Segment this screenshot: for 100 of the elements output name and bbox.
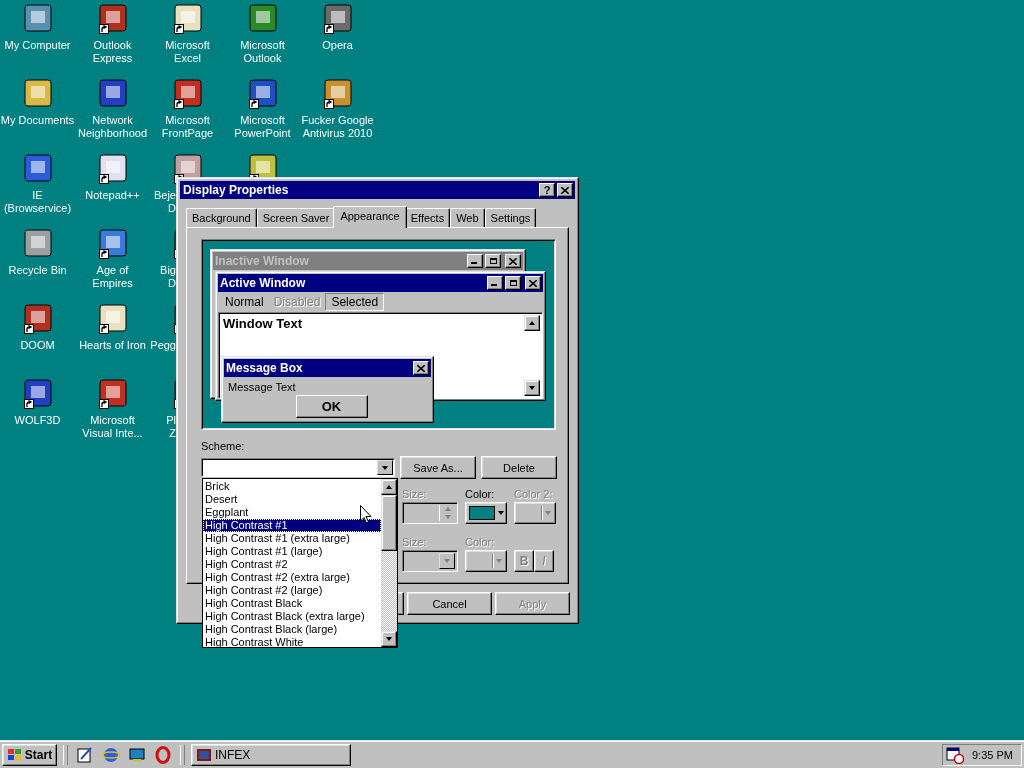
scroll-up-icon[interactable] [524, 315, 540, 331]
program-icon[interactable] [246, 2, 279, 34]
icon-label: Hearts of Iron [78, 339, 147, 352]
ok-button[interactable]: OK [295, 395, 368, 418]
program-icon[interactable] [96, 377, 129, 409]
tab[interactable]: Effects [404, 208, 451, 227]
icon-label: Notepad++ [84, 189, 141, 202]
icon-label: Beje D [152, 189, 176, 215]
tab[interactable]: Appearance [333, 206, 407, 228]
icon-label: My Computer [3, 39, 72, 52]
field-label: Color: [465, 488, 496, 501]
scroll-down-icon[interactable] [381, 631, 397, 647]
message-text: Message Text [227, 380, 297, 395]
list-item[interactable]: High Contrast #2 (extra large) [203, 571, 381, 584]
window-title: Message Box [226, 361, 304, 375]
color-dropdown[interactable] [465, 550, 507, 572]
program-icon[interactable] [21, 2, 54, 34]
program-icon[interactable] [96, 2, 129, 34]
program-icon[interactable] [21, 152, 54, 184]
program-icon[interactable] [21, 227, 54, 259]
program-icon[interactable] [171, 2, 204, 34]
notepad-icon[interactable] [76, 745, 94, 764]
icon-label: Outlook Express [91, 39, 134, 65]
scheme-label: Scheme: [201, 440, 246, 453]
icon-label: Network Neighborhood [76, 114, 149, 140]
scheme-button[interactable]: Delete [481, 456, 557, 479]
icon-label: Pl Z [165, 414, 176, 440]
help-button[interactable]: ? [539, 183, 555, 197]
icon-label: Microsoft PowerPoint [233, 114, 292, 140]
program-icon[interactable] [321, 2, 354, 34]
list-item[interactable]: High Contrast #2 (large) [203, 584, 381, 597]
window-title: Display Properties [183, 183, 290, 197]
close-icon [525, 276, 541, 290]
desktop-icon[interactable] [128, 745, 146, 764]
program-icon[interactable] [96, 77, 129, 109]
list-item[interactable]: High Contrast Black (large) [203, 623, 381, 636]
window-title: Inactive Window [215, 254, 310, 268]
menu-item[interactable]: Normal [220, 294, 269, 310]
scheme-button[interactable]: Save As... [400, 456, 476, 479]
minimize-icon [487, 276, 503, 290]
close-button[interactable] [557, 183, 573, 197]
size-dropdown[interactable] [402, 550, 458, 572]
program-icon[interactable] [21, 77, 54, 109]
tab[interactable]: Settings [484, 208, 537, 227]
globe-icon[interactable] [102, 745, 120, 764]
scroll-up-icon[interactable] [381, 479, 397, 495]
color-dropdown[interactable] [514, 502, 556, 524]
field-label: Size: [402, 536, 428, 549]
icon-label: Microsoft Outlook [239, 39, 286, 65]
clock: 9:35 PM [972, 748, 1013, 761]
window-title: Active Window [220, 276, 307, 290]
menu-item[interactable]: Selected [325, 293, 385, 311]
list-item[interactable]: High Contrast #1 (large) [203, 545, 381, 558]
tab[interactable]: Screen Saver [256, 208, 336, 227]
minimize-icon [467, 254, 483, 268]
close-icon [561, 186, 569, 194]
ring-icon[interactable] [154, 745, 172, 764]
tab[interactable]: Web [450, 208, 485, 227]
icon-label: Microsoft FrontPage [160, 114, 215, 140]
scrollbar[interactable] [524, 315, 540, 396]
list-item[interactable]: High Contrast Black [203, 597, 381, 610]
list-item[interactable]: High Contrast #1 [203, 519, 381, 532]
window-text: Window Text [223, 316, 303, 331]
icon-label: Pegg [150, 339, 176, 352]
scrollbar[interactable] [381, 479, 397, 647]
program-icon[interactable] [246, 77, 279, 109]
list-item[interactable]: High Contrast #2 [203, 558, 381, 571]
icon-label: Recycle Bin [7, 264, 68, 277]
tab[interactable]: Background [186, 208, 257, 227]
size-spinner[interactable] [402, 502, 458, 524]
field-label: Color: [465, 536, 496, 549]
calendar-clock-icon[interactable] [946, 745, 964, 764]
list-item[interactable]: Brick [203, 480, 381, 493]
icon-label: Microsoft Excel [164, 39, 211, 65]
list-item[interactable]: High Contrast Black (extra large) [203, 610, 381, 623]
program-icon[interactable] [96, 152, 129, 184]
program-icon[interactable] [96, 302, 129, 334]
maximize-icon [505, 276, 521, 290]
taskbar-button[interactable]: INFEX [191, 743, 351, 766]
color-picker-button[interactable] [465, 502, 507, 524]
list-item[interactable]: High Contrast White [203, 636, 381, 649]
four-squares-logo-icon [6, 747, 23, 762]
list-item[interactable]: High Contrast #1 (extra large) [203, 532, 381, 545]
program-icon[interactable] [171, 77, 204, 109]
program-icon[interactable] [96, 227, 129, 259]
scroll-down-icon[interactable] [524, 380, 540, 396]
icon-label: My Documents [0, 114, 75, 127]
icon-label: Microsoft Visual Inte... [81, 414, 144, 440]
program-icon[interactable] [21, 302, 54, 334]
icon-label: Age of Empires [91, 264, 134, 290]
list-item[interactable]: Desert [203, 493, 381, 506]
dialog-button[interactable]: Cancel [407, 592, 492, 615]
icon-label: Opera [321, 39, 354, 52]
icon-label: Fucker Google Antivirus 2010 [300, 114, 375, 140]
program-icon[interactable] [321, 77, 354, 109]
scheme-dropdown[interactable] [201, 458, 395, 477]
program-icon[interactable] [21, 377, 54, 409]
start-button[interactable]: Start [2, 743, 57, 766]
list-item[interactable]: Eggplant [203, 506, 381, 519]
scroll-thumb[interactable] [381, 495, 397, 551]
